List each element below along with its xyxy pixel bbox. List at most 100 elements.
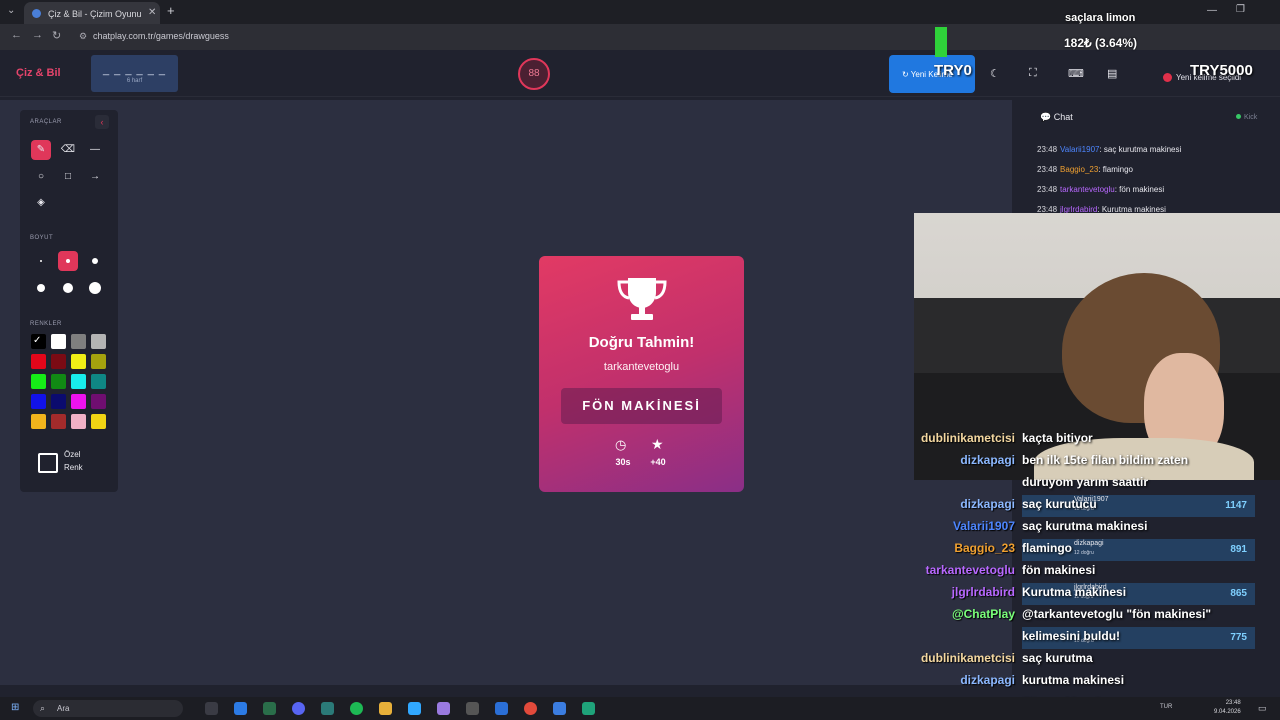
app-icon-4[interactable] (466, 702, 479, 715)
color-swatch[interactable] (51, 354, 66, 369)
url-field[interactable]: chatplay.com.tr/games/drawguess (93, 31, 229, 41)
chat-icon: 💬 (1040, 112, 1052, 122)
stream-chat-line: jlgrlrdabird Kurutma makinesi (0, 585, 1280, 605)
circle-tool[interactable]: ○ (31, 167, 51, 187)
site-info-icon[interactable]: ⚙ (79, 31, 87, 42)
moon-icon[interactable]: ☾ (990, 67, 1000, 80)
color-swatch[interactable] (91, 334, 106, 349)
minimize-icon[interactable]: — (1207, 5, 1217, 16)
size-6[interactable] (85, 278, 105, 298)
fullscreen-icon[interactable]: ⛶ (1029, 67, 1037, 80)
color-swatch[interactable] (71, 414, 86, 429)
eraser-tool[interactable]: ⌫ (58, 140, 78, 160)
color-swatch[interactable] (31, 354, 46, 369)
stream-chat-text: kaçta bitiyor (1022, 431, 1093, 445)
stream-chat-user: dizkapagi (960, 453, 1015, 467)
app-logo[interactable]: Çiz & Bil (16, 67, 61, 79)
app-icon-7[interactable] (582, 702, 595, 715)
stream-chat-line: kelimesini buldu! (0, 629, 1280, 649)
chat-user[interactable]: tarkantevetoglu (1060, 185, 1115, 194)
color-swatch[interactable] (71, 354, 86, 369)
chat-user[interactable]: Baggio_23 (1060, 165, 1098, 174)
chat-text: : fön makinesi (1114, 185, 1165, 194)
overlay-price: 182₺ (3.64%) (1064, 36, 1138, 50)
stream-chat-text: flamingo (1022, 541, 1072, 555)
rectangle-tool[interactable]: □ (58, 167, 78, 187)
stream-chat-user: dublinikametcisi (920, 431, 1015, 445)
chrome-icon[interactable] (524, 702, 537, 715)
app-icon-1[interactable] (263, 702, 276, 715)
keyboard-icon[interactable]: ⌨ (1068, 67, 1084, 80)
stream-chat-line: dizkapagi ben ilk 15te filan bildim zaten (0, 453, 1280, 473)
spotify-icon[interactable] (350, 702, 363, 715)
overlay-song: saçlara limon (1065, 12, 1136, 24)
discord-icon[interactable] (292, 702, 305, 715)
app-icon-6[interactable] (553, 702, 566, 715)
color-swatch[interactable] (91, 354, 106, 369)
color-swatch[interactable] (71, 394, 86, 409)
stream-chat-text: @tarkantevetoglu "fön makinesi" (1022, 607, 1212, 621)
new-tab-icon[interactable]: + (167, 3, 175, 18)
stream-chat-line: tarkantevetoglu fön makinesi (0, 563, 1280, 583)
chat-time: 23:48 (1037, 145, 1058, 154)
app-icon-3[interactable] (437, 702, 450, 715)
size-5[interactable] (58, 278, 78, 298)
color-swatch[interactable] (31, 414, 46, 429)
size-3[interactable] (85, 251, 105, 271)
color-swatch[interactable] (51, 394, 66, 409)
chat-time: 23:48 (1037, 185, 1058, 194)
color-swatch[interactable] (91, 414, 106, 429)
size-title: BOYUT (30, 235, 54, 241)
start-icon[interactable]: ⊞ (11, 702, 19, 713)
maximize-icon[interactable]: ❐ (1236, 4, 1245, 15)
stream-chat-text: ben ilk 15te filan bildim zaten (1022, 453, 1189, 467)
color-swatch[interactable] (91, 394, 106, 409)
line-tool[interactable]: — (85, 140, 105, 160)
color-swatch[interactable] (31, 374, 46, 389)
browser-tab[interactable]: Çiz & Bil - Çizim Oyunu ✕ (24, 2, 160, 24)
tab-list-icon[interactable]: ⌄ (7, 5, 15, 16)
stream-chat-line: dizkapagi saç kurutucu (0, 497, 1280, 517)
arrow-tool[interactable]: → (85, 167, 105, 187)
back-icon[interactable]: ← (11, 29, 22, 41)
photoshop-icon[interactable] (408, 702, 421, 715)
task-view-icon[interactable] (205, 702, 218, 715)
collapse-panel-button[interactable]: ‹ (95, 115, 109, 129)
stream-chat-line: dizkapagi kurutma makinesi (0, 673, 1280, 693)
app-icon-5[interactable] (495, 702, 508, 715)
reload-icon[interactable]: ↻ (52, 29, 61, 42)
search-icon: ⌕ (40, 703, 46, 713)
color-swatch[interactable] (31, 394, 46, 409)
pencil-tool[interactable]: ✎ (31, 140, 51, 160)
color-swatch[interactable] (51, 334, 66, 349)
kick-label: Kick (1244, 114, 1258, 121)
app-icon-2[interactable] (321, 702, 334, 715)
window-icon[interactable]: ▤ (1107, 67, 1117, 80)
stream-chat-line: dublinikametcisi saç kurutma (0, 651, 1280, 671)
edge-icon[interactable] (234, 702, 247, 715)
tab-title: Çiz & Bil - Çizim Oyunu (48, 9, 142, 19)
size-4[interactable] (31, 278, 51, 298)
color-swatch[interactable] (51, 374, 66, 389)
size-1[interactable] (31, 251, 51, 271)
lang-indicator[interactable]: TUR (1160, 704, 1172, 710)
fill-bucket-tool[interactable]: ◈ (31, 193, 51, 213)
selected-check-icon: ✓ (33, 335, 42, 346)
notification-icon[interactable]: ▭ (1258, 703, 1267, 714)
size-2[interactable] (58, 251, 78, 271)
color-swatch[interactable] (71, 334, 86, 349)
search-placeholder: Ara (57, 704, 70, 713)
folder-icon[interactable] (379, 702, 392, 715)
forward-icon[interactable]: → (32, 29, 43, 41)
color-swatch[interactable] (71, 374, 86, 389)
system-clock[interactable]: 23:48 9.04.2026 (1214, 699, 1241, 717)
color-swatch[interactable] (91, 374, 106, 389)
color-swatch[interactable] (51, 414, 66, 429)
chat-user[interactable]: Valarii1907 (1060, 145, 1099, 154)
tools-title: ARAÇLAR (30, 119, 62, 125)
close-tab-icon[interactable]: ✕ (148, 7, 156, 18)
stream-chat-user: jlgrlrdabird (951, 585, 1015, 599)
stream-chat-text: kelimesini buldu! (1022, 629, 1121, 643)
taskbar-search[interactable]: ⌕ Ara (33, 700, 183, 717)
clock-time: 23:48 (1225, 700, 1241, 706)
